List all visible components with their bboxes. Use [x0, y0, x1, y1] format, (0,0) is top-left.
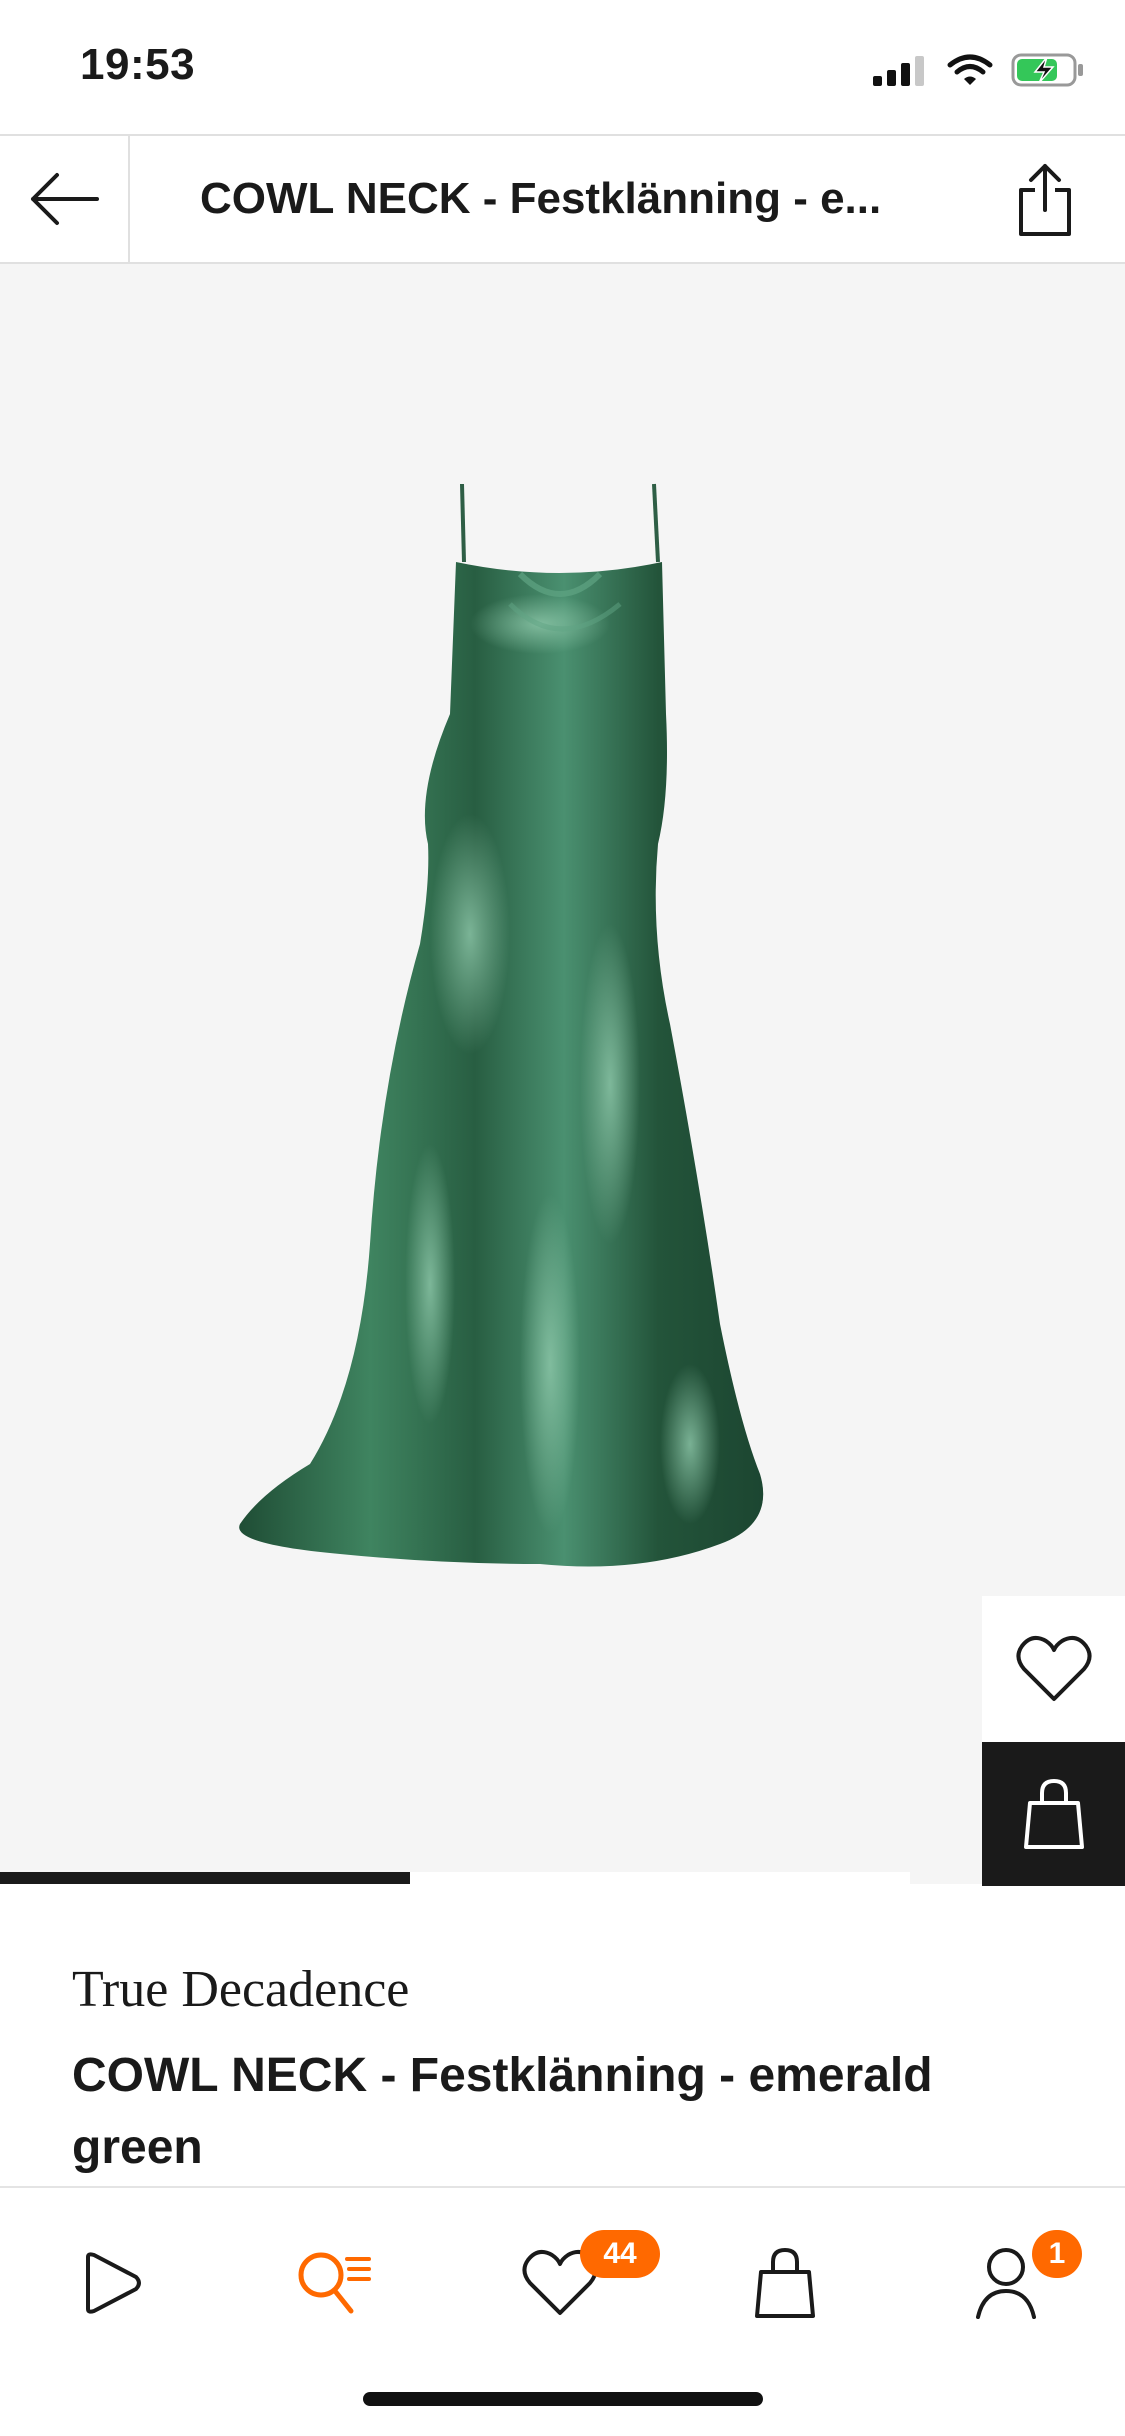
image-carousel-indicator	[0, 1872, 910, 1884]
page-title: COWL NECK - Festklänning - e...	[200, 174, 882, 223]
bag-icon	[755, 2247, 815, 2318]
bag-icon	[1023, 1778, 1084, 1849]
wifi-icon	[947, 54, 993, 85]
brand-name[interactable]: True Decadence	[72, 1960, 409, 2019]
wishlist-count-badge: 44	[580, 2230, 660, 2278]
product-image[interactable]	[0, 264, 1125, 1886]
home-indicator	[363, 2392, 763, 2406]
add-to-bag-button[interactable]	[982, 1742, 1125, 1886]
back-button[interactable]	[0, 136, 130, 262]
heart-icon	[1016, 1635, 1091, 1701]
status-time: 19:53	[80, 40, 196, 89]
add-to-wishlist-button[interactable]	[982, 1596, 1125, 1742]
nav-discover[interactable]	[55, 2228, 165, 2338]
nav-search[interactable]	[280, 2228, 390, 2338]
share-icon	[1019, 164, 1071, 236]
product-name: COWL NECK - Festklänning - emerald green	[72, 2049, 933, 2174]
status-icons	[873, 48, 1085, 92]
green-satin-dress	[239, 483, 764, 1567]
play-icon	[86, 2252, 141, 2314]
arrow-left-icon	[31, 173, 99, 225]
search-list-icon	[298, 2252, 371, 2314]
signal-icon	[873, 56, 924, 86]
battery-charging-icon	[1011, 53, 1083, 87]
nav-bag[interactable]	[730, 2228, 840, 2338]
profile-count-badge: 1	[1032, 2230, 1082, 2278]
status-bar: 19:53	[0, 0, 1125, 134]
carousel-progress	[0, 1872, 410, 1884]
side-actions	[982, 1596, 1125, 1886]
share-button[interactable]	[1005, 158, 1085, 242]
product-header: COWL NECK - Festklänning - e...	[0, 134, 1125, 264]
